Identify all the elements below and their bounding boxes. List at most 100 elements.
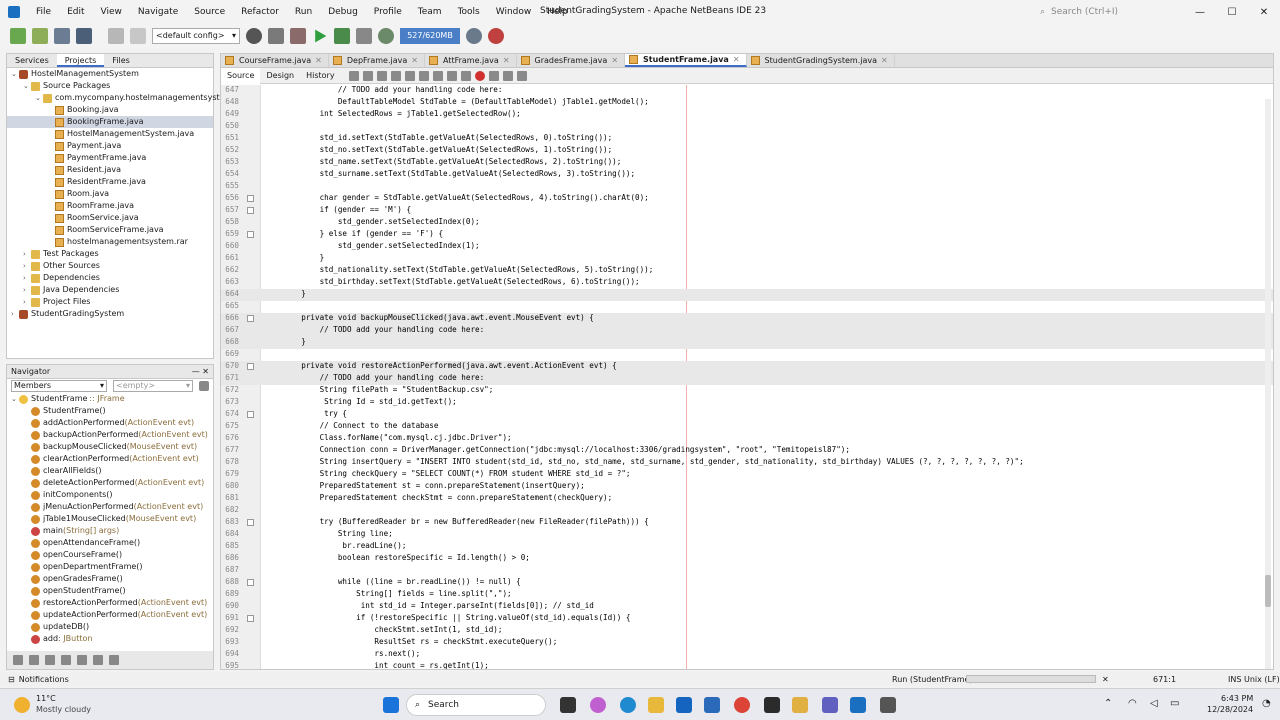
expand-icon[interactable]: ⌄ — [23, 80, 31, 92]
tree-item[interactable]: PaymentFrame.java — [7, 152, 213, 164]
find-next-icon[interactable] — [404, 70, 415, 81]
netbeans-icon[interactable] — [850, 697, 866, 713]
filter-inner-icon[interactable] — [77, 655, 87, 665]
windows-start-icon[interactable] — [383, 697, 399, 713]
code-line[interactable]: 690 int std_id = Integer.parseInt(fields… — [221, 601, 1273, 613]
target-icon[interactable] — [246, 28, 262, 44]
toggle-highlight-icon[interactable] — [418, 70, 429, 81]
navigator-member[interactable]: openAttendanceFrame() — [11, 537, 213, 549]
code-line[interactable]: 686 boolean restoreSpecific = Id.length(… — [221, 553, 1273, 565]
close-tab-icon[interactable]: ✕ — [733, 53, 740, 67]
navigator-member[interactable]: deleteActionPerformed (ActionEvent evt) — [11, 477, 213, 489]
code-line[interactable]: 688 while ((line = br.readLine()) != nul… — [221, 577, 1273, 589]
navigator-member[interactable]: add : JButton — [11, 633, 213, 645]
navigator-member[interactable]: clearAllFields() — [11, 465, 213, 477]
tree-item[interactable]: › StudentGradingSystem — [7, 308, 213, 320]
tree-item[interactable]: › Test Packages — [7, 248, 213, 260]
find-prev-icon[interactable] — [390, 70, 401, 81]
code-line[interactable]: 679 String checkQuery = "SELECT COUNT(*)… — [221, 469, 1273, 481]
code-line[interactable]: 670 private void restoreActionPerformed(… — [221, 361, 1273, 373]
code-line[interactable]: 650 — [221, 121, 1273, 133]
file-explorer-icon[interactable] — [648, 697, 664, 713]
terminal-icon[interactable] — [764, 697, 780, 713]
code-line[interactable]: 647 // TODO add your handling code here: — [221, 85, 1273, 97]
close-tab-icon[interactable]: ✕ — [315, 54, 322, 68]
tree-item[interactable]: › Dependencies — [7, 272, 213, 284]
code-line[interactable]: 692 checkStmt.setInt(1, std_id); — [221, 625, 1273, 637]
fold-toggle-icon[interactable] — [247, 579, 254, 586]
editor-tab[interactable]: GradesFrame.java ✕ — [517, 54, 626, 67]
empty-select[interactable]: <empty> — [113, 380, 193, 392]
code-line[interactable]: 689 String[] fields = line.split(","); — [221, 589, 1273, 601]
code-line[interactable]: 667 // TODO add your handling code here: — [221, 325, 1273, 337]
find-icon[interactable] — [376, 70, 387, 81]
code-line[interactable]: 657 if (gender == 'M') { — [221, 205, 1273, 217]
code-line[interactable]: 680 PreparedStatement st = conn.prepareS… — [221, 481, 1273, 493]
close-tab-icon[interactable]: ✕ — [503, 54, 510, 68]
navigator-member[interactable]: restoreActionPerformed (ActionEvent evt) — [11, 597, 213, 609]
code-line[interactable]: 661 } — [221, 253, 1273, 265]
code-line[interactable]: 671 // TODO add your handling code here: — [221, 373, 1273, 385]
editor-tab[interactable]: DepFrame.java ✕ — [329, 54, 425, 67]
taskbar-search[interactable]: ⌕ Search — [406, 694, 546, 716]
tree-item[interactable]: ⌄ Source Packages — [7, 80, 213, 92]
navigator-member[interactable]: updateActionPerformed (ActionEvent evt) — [11, 609, 213, 621]
notifications-label[interactable]: Notifications — [19, 675, 69, 684]
menu-navigate[interactable]: Navigate — [130, 7, 186, 17]
menu-debug[interactable]: Debug — [320, 7, 366, 17]
code-line[interactable]: 675 // Connect to the database — [221, 421, 1273, 433]
menu-window[interactable]: Window — [488, 7, 540, 17]
view-source[interactable]: Source — [221, 67, 261, 84]
clean-build-icon[interactable] — [290, 28, 306, 44]
code-line[interactable]: 694 rs.next(); — [221, 649, 1273, 661]
expand-icon[interactable]: ⌄ — [11, 68, 19, 80]
copilot-icon[interactable] — [590, 697, 606, 713]
weather-icon[interactable] — [14, 697, 30, 713]
expand-icon[interactable]: › — [23, 248, 31, 260]
code-line[interactable]: 663 std_birthday.setText(StdTable.getVal… — [221, 277, 1273, 289]
forward-icon[interactable] — [362, 70, 373, 81]
tab-services[interactable]: Services — [7, 54, 57, 67]
tree-item[interactable]: ⌄ com.mycompany.hostelmanagementsystem — [7, 92, 232, 104]
tree-item[interactable]: Resident.java — [7, 164, 213, 176]
code-line[interactable]: 662 std_nationality.setText(StdTable.get… — [221, 265, 1273, 277]
code-line[interactable]: 672 String filePath = "StudentBackup.csv… — [221, 385, 1273, 397]
code-line[interactable]: 656 char gender = StdTable.getValueAt(Se… — [221, 193, 1273, 205]
menu-view[interactable]: View — [93, 7, 130, 17]
code-line[interactable]: 676 Class.forName("com.mysql.cj.jdbc.Dri… — [221, 433, 1273, 445]
close-tab-icon[interactable]: ✕ — [881, 54, 888, 68]
menu-file[interactable]: File — [28, 7, 59, 17]
shift-right-icon[interactable] — [460, 70, 471, 81]
navigator-member[interactable]: clearActionPerformed (ActionEvent evt) — [11, 453, 213, 465]
weather-temp[interactable]: 11°C — [36, 694, 56, 703]
view-design[interactable]: Design — [260, 68, 300, 84]
tree-item[interactable]: › Other Sources — [7, 260, 213, 272]
menu-team[interactable]: Team — [410, 7, 450, 17]
store-icon[interactable] — [704, 697, 720, 713]
navigator-root[interactable]: ⌄ StudentFrame :: JFrame — [11, 393, 213, 405]
code-line[interactable]: 677 Connection conn = DriverManager.getC… — [221, 445, 1273, 457]
task-view-icon[interactable] — [560, 697, 576, 713]
code-line[interactable]: 682 — [221, 505, 1273, 517]
stop-macro-icon[interactable] — [488, 70, 499, 81]
code-line[interactable]: 654 std_surname.setText(StdTable.getValu… — [221, 169, 1273, 181]
stop-run-icon[interactable]: ✕ — [1102, 675, 1109, 684]
vertical-scrollbar[interactable] — [1265, 99, 1271, 669]
fold-toggle-icon[interactable] — [247, 615, 254, 622]
minimize-pane-icon[interactable]: — ✕ — [192, 367, 209, 376]
scrollbar-thumb[interactable] — [1265, 575, 1271, 607]
editor-tab[interactable]: CourseFrame.java ✕ — [221, 54, 329, 67]
fold-toggle-icon[interactable] — [247, 519, 254, 526]
navigator-member[interactable]: openCourseFrame() — [11, 549, 213, 561]
maximize-button[interactable]: ☐ — [1216, 0, 1248, 24]
menu-refactor[interactable]: Refactor — [233, 7, 287, 17]
navigator-member[interactable]: StudentFrame() — [11, 405, 213, 417]
code-line[interactable]: 659 } else if (gender == 'F') { — [221, 229, 1273, 241]
view-history[interactable]: History — [300, 68, 340, 84]
tree-item[interactable]: Booking.java — [7, 104, 213, 116]
edge-icon[interactable] — [620, 697, 636, 713]
save-all-icon[interactable] — [76, 28, 92, 44]
fold-toggle-icon[interactable] — [247, 315, 254, 322]
volume-icon[interactable]: ◁ — [1150, 698, 1158, 709]
start-macro-icon[interactable] — [474, 70, 485, 81]
